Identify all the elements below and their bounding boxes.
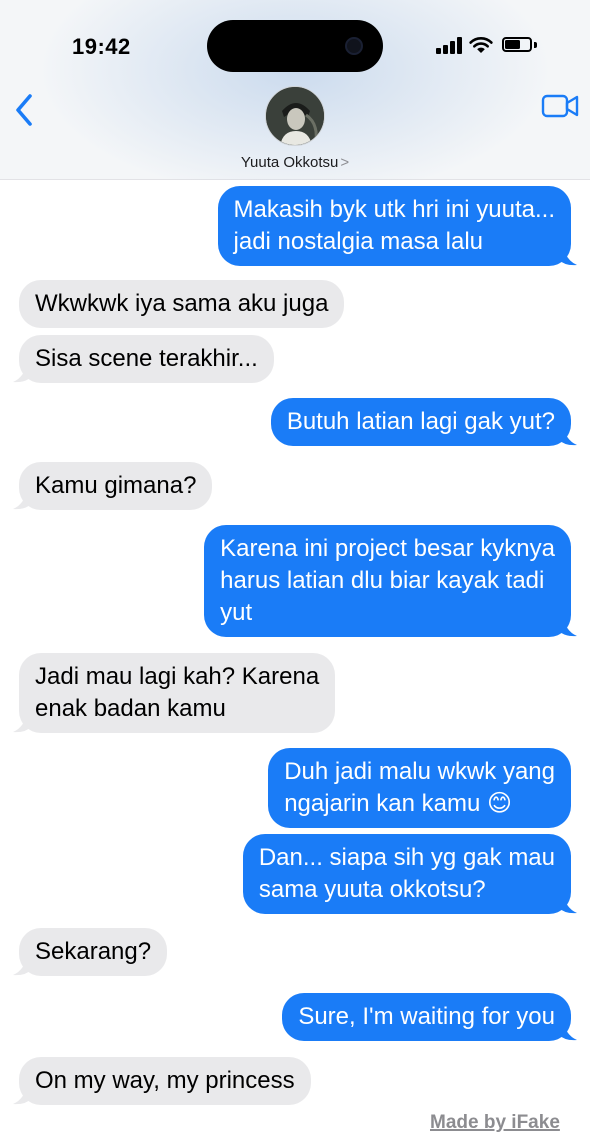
signal-icon <box>436 36 462 54</box>
message-text-line: jadi nostalgia masa lalu <box>233 228 484 255</box>
battery-icon <box>502 37 532 52</box>
bubble-tail <box>559 1019 577 1041</box>
bubble-tail <box>559 424 577 446</box>
message-text-line: Makasih byk utk hri ini yuuta... <box>233 196 555 223</box>
received-message-bubble[interactable]: Wkwkwk iya sama aku juga <box>19 280 345 328</box>
status-icons <box>436 36 546 56</box>
watermark-brand: Made by iFake <box>430 1112 560 1133</box>
received-message-bubble[interactable]: Sekarang? <box>13 928 168 976</box>
battery-tip <box>534 42 537 48</box>
message-text-line: Wkwkwk iya sama aku juga <box>35 290 329 317</box>
bubble-tail <box>13 488 31 510</box>
message-text-line: sama yuuta okkotsu? <box>258 876 486 903</box>
bubble-tail <box>13 711 31 733</box>
back-chevron-icon[interactable] <box>8 90 44 130</box>
wifi-icon <box>469 37 493 53</box>
bubble-tail <box>559 892 577 914</box>
message-text-line: Duh jadi malu wkwk yang <box>284 758 555 785</box>
message-text-line: Dan... siapa sih yg gak mau <box>258 844 555 871</box>
chevron-right-icon: > <box>340 154 350 171</box>
front-camera <box>345 37 363 55</box>
message-text-line: Jadi mau lagi kah? Karena <box>35 663 320 690</box>
bubble-tail <box>559 244 577 266</box>
bubble-tail <box>13 954 31 976</box>
message-text-line: On my way, my princess <box>35 1067 295 1094</box>
contact-avatar <box>265 86 325 146</box>
chat-header: 19:42 Yuuta Okkotsu > <box>0 0 590 180</box>
sent-message-bubble[interactable]: Butuh latian lagi gak yut? <box>270 398 577 446</box>
received-message-bubble[interactable]: On my way, my princess <box>13 1057 311 1105</box>
message-text-line: Sure, I'm waiting for you <box>298 1003 555 1030</box>
sent-message-bubble[interactable]: Duh jadi malu wkwk yang ngajarin kan kamu… <box>268 748 571 828</box>
message-text-line: Sisa scene terakhir... <box>35 345 258 372</box>
sent-message-bubble[interactable]: Dan... siapa sih yg gak mau sama yuuta ok… <box>242 834 577 914</box>
sent-message-bubble[interactable]: Sure, I'm waiting for you <box>282 993 577 1041</box>
received-message-bubble[interactable]: Sisa scene terakhir... <box>13 335 274 383</box>
message-text-line: ngajarin kan kamu 😊 <box>284 790 513 817</box>
bubble-tail <box>559 615 577 637</box>
sent-message-bubble[interactable]: Karena ini project besar kyknya harus lat… <box>204 525 577 637</box>
received-message-bubble[interactable]: Kamu gimana? <box>13 462 213 510</box>
message-text-line: yut <box>220 599 253 626</box>
contact-name: Yuuta Okkotsu > <box>240 154 350 171</box>
dynamic-island <box>207 20 383 72</box>
message-text-line: Kamu gimana? <box>35 472 197 499</box>
received-message-bubble[interactable]: Jadi mau lagi kah? Karena enak badan kamu <box>13 653 336 733</box>
message-text-line: Sekarang? <box>35 938 152 965</box>
contact-info-button[interactable]: Yuuta Okkotsu > <box>195 84 395 174</box>
message-text-line: enak badan kamu <box>35 695 226 722</box>
message-text-line: Butuh latian lagi gak yut? <box>286 408 555 435</box>
message-text-line: Karena ini project besar kyknya <box>220 535 555 562</box>
message-text-line: harus latian dlu biar kayak tadi <box>220 567 545 594</box>
status-time: 19:42 <box>72 34 131 59</box>
bubble-tail <box>13 361 31 383</box>
sent-message-bubble[interactable]: Makasih byk utk hri ini yuuta... jadi nos… <box>217 186 577 266</box>
video-camera-icon[interactable] <box>541 92 581 120</box>
bubble-tail <box>13 1083 31 1105</box>
